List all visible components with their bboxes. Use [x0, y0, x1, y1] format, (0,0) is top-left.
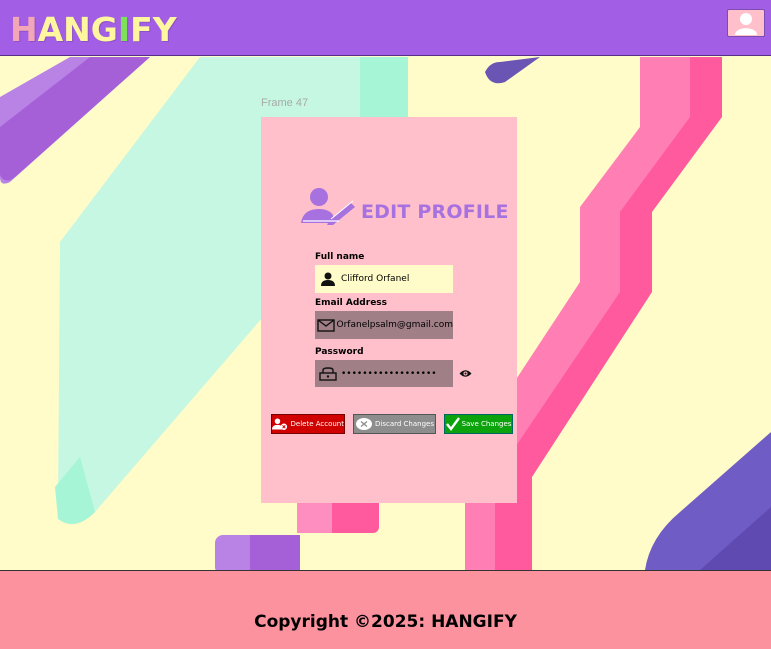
- delete-account-button[interactable]: Delete Account: [271, 414, 345, 434]
- frame-label: Frame 47: [261, 97, 309, 109]
- logo-letter: N: [63, 10, 91, 49]
- full-name-field[interactable]: Clifford Orfanel: [315, 265, 453, 293]
- logo-letter: I: [117, 10, 131, 49]
- edit-user-icon: [301, 188, 355, 225]
- lock-icon: [315, 366, 341, 381]
- close-circle-icon: [356, 418, 372, 430]
- discard-changes-label: Discard Changes: [375, 420, 434, 428]
- logo-letter: H: [10, 10, 38, 49]
- delete-account-label: Delete Account: [290, 420, 345, 428]
- eye-icon[interactable]: [458, 367, 472, 379]
- password-value: ••••••••••••••••••: [341, 368, 437, 379]
- email-value: Orfanelpsalm@gmail.com: [336, 320, 453, 330]
- user-icon: [735, 13, 757, 35]
- logo-letter: F: [130, 10, 153, 49]
- top-navbar: HANGIFY: [0, 0, 771, 56]
- full-name-value: Clifford Orfanel: [341, 274, 410, 284]
- page-title: EDIT PROFILE: [361, 201, 509, 223]
- logo-letter: G: [90, 10, 118, 49]
- mail-icon: [315, 318, 337, 332]
- password-label: Password: [315, 347, 364, 357]
- checkmark-icon: [445, 417, 460, 431]
- save-changes-label: Save Changes: [461, 420, 512, 428]
- email-label: Email Address: [315, 298, 388, 308]
- logo-letter: Y: [152, 10, 177, 49]
- footer: Copyright ©2025: HANGIFY: [0, 570, 771, 649]
- profile-avatar-button[interactable]: [727, 9, 765, 37]
- edit-profile-card: EDIT PROFILE Full name Clifford Orfanel …: [261, 117, 517, 503]
- password-field[interactable]: ••••••••••••••••••: [315, 360, 453, 387]
- email-field[interactable]: Orfanelpsalm@gmail.com: [315, 311, 453, 339]
- full-name-label: Full name: [315, 252, 365, 262]
- save-changes-button[interactable]: Save Changes: [444, 414, 513, 434]
- hangify-logo[interactable]: HANGIFY: [10, 10, 177, 50]
- discard-changes-button[interactable]: Discard Changes: [353, 414, 436, 434]
- person-icon: [315, 272, 341, 286]
- copyright-text: Copyright ©2025: HANGIFY: [254, 612, 517, 632]
- logo-letter: A: [37, 10, 64, 49]
- delete-user-icon: [272, 418, 288, 430]
